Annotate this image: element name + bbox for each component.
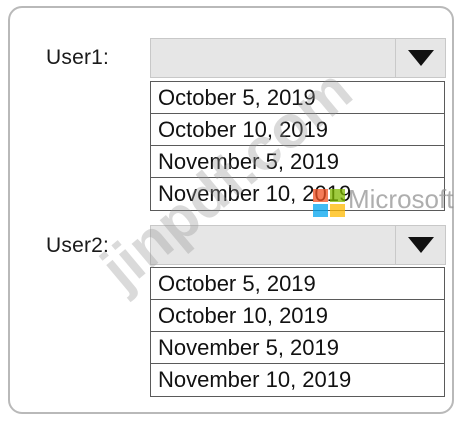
user2-dropdown-button[interactable]	[395, 226, 445, 264]
user1-dropdown[interactable]	[150, 38, 446, 78]
user2-option[interactable]: October 10, 2019	[151, 300, 444, 332]
user2-option[interactable]: October 5, 2019	[151, 268, 444, 300]
microsoft-logo-icon	[313, 189, 346, 219]
user1-option[interactable]: November 5, 2019	[151, 146, 444, 178]
user2-option[interactable]: November 5, 2019	[151, 332, 444, 364]
user1-dropdown-value[interactable]	[151, 39, 396, 77]
user2-label: User2:	[46, 234, 110, 257]
user2-options-list: October 5, 2019 October 10, 2019 Novembe…	[150, 267, 445, 397]
user2-dropdown-value[interactable]	[151, 226, 396, 264]
chevron-down-icon	[407, 50, 434, 66]
user1-label: User1:	[46, 46, 110, 69]
user1-dropdown-button[interactable]	[395, 39, 445, 77]
user2-dropdown[interactable]	[150, 225, 446, 265]
user2-option[interactable]: November 10, 2019	[151, 364, 444, 396]
microsoft-watermark: Microsoft	[348, 184, 454, 214]
user1-option[interactable]: October 10, 2019	[151, 114, 444, 146]
user1-option[interactable]: October 5, 2019	[151, 82, 444, 114]
chevron-down-icon	[407, 237, 434, 253]
